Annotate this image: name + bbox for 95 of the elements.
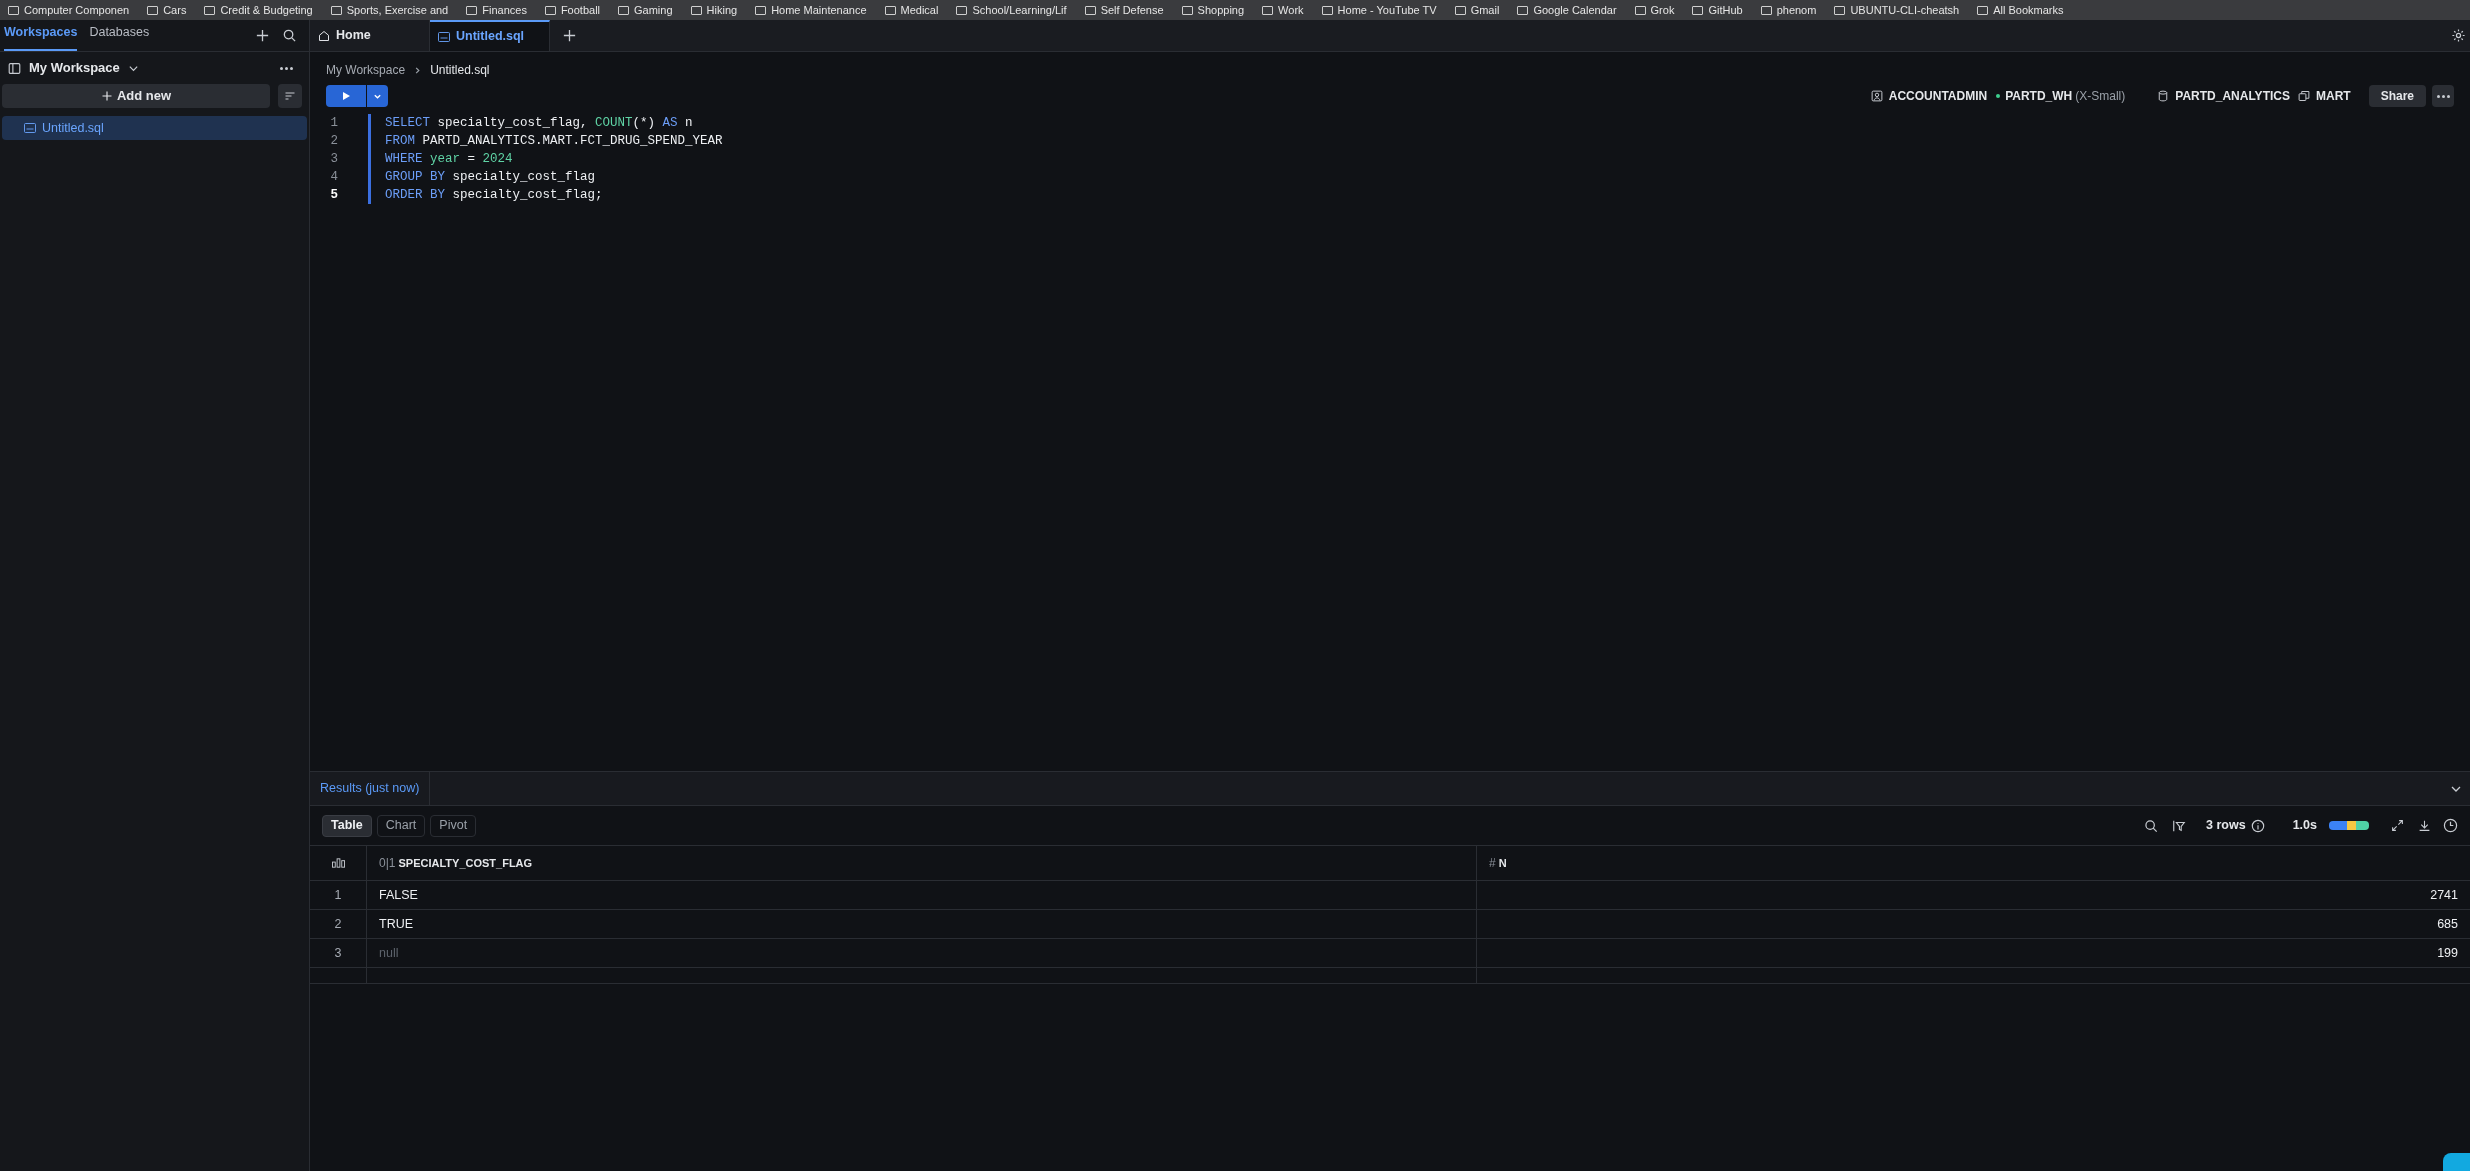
- warehouse-size: (X-Small): [2075, 88, 2126, 105]
- bookmark[interactable]: Computer Componen: [8, 1, 130, 19]
- add-new-button[interactable]: Add new: [2, 84, 270, 108]
- line-number: 4: [329, 168, 338, 186]
- type-icon: 0|1: [379, 854, 396, 872]
- line-number: 2: [329, 132, 338, 150]
- sql-file-icon: [24, 123, 36, 133]
- column-header[interactable]: # N: [1477, 846, 2470, 880]
- plus-icon: [100, 90, 113, 102]
- sidebar-tab[interactable]: Workspaces: [4, 23, 78, 51]
- column-header[interactable]: 0|1 SPECIALTY_COST_FLAG: [367, 846, 1477, 880]
- code-line: ORDER BY specialty_cost_flag;: [385, 186, 603, 204]
- table-cell-text: 685: [2436, 915, 2459, 933]
- help-button[interactable]: [2443, 1153, 2470, 1171]
- view-tab[interactable]: Chart: [376, 814, 426, 837]
- code-line: FROM PARTD_ANALYTICS.MART.FCT_DRUG_SPEND_YEAR: [385, 132, 723, 150]
- plus-icon[interactable]: [255, 28, 270, 43]
- sort-button[interactable]: [278, 84, 302, 108]
- timing-bar-drawing: [2329, 821, 2369, 830]
- bookmark[interactable]: All Bookmarks: [1977, 1, 2064, 19]
- editor-tab[interactable]: Untitled.sql: [430, 20, 550, 51]
- play-icon: [341, 91, 351, 101]
- code-line: WHERE year = 2024: [385, 150, 513, 168]
- line-number: 3: [329, 150, 338, 168]
- line-number: 1: [329, 114, 338, 132]
- view-tab[interactable]: Table: [322, 814, 372, 837]
- breadcrumb-item[interactable]: Untitled.sql: [430, 61, 490, 79]
- database-label[interactable]: PARTD_ANALYTICS: [2175, 87, 2290, 105]
- search-icon[interactable]: [282, 28, 297, 43]
- bookmark[interactable]: Gmail: [1454, 1, 1500, 19]
- info-icon[interactable]: [2250, 818, 2265, 833]
- table-cell: null: [367, 939, 1477, 967]
- panel-icon: [8, 61, 21, 75]
- bookmark[interactable]: Medical: [884, 1, 939, 19]
- table-cell-text: 2741: [2429, 886, 2459, 904]
- plus-icon[interactable]: [562, 28, 577, 43]
- column-stats-icon[interactable]: [331, 858, 345, 868]
- bookmark[interactable]: Cars: [147, 1, 187, 19]
- bookmark[interactable]: Work: [1262, 1, 1304, 19]
- chevron-icon: [413, 65, 423, 75]
- row-number: 1: [310, 881, 367, 909]
- bookmark[interactable]: Grok: [1634, 1, 1675, 19]
- bookmark[interactable]: UBUNTU-CLI-cheatsh: [1834, 1, 1960, 19]
- table-cell: FALSE: [367, 881, 1477, 909]
- code-line: GROUP BY specialty_cost_flag: [385, 168, 596, 186]
- bookmark[interactable]: Google Calendar: [1517, 1, 1617, 19]
- line-number: 5: [329, 186, 338, 204]
- bookmark[interactable]: Gaming: [618, 1, 673, 19]
- code-editor[interactable]: 1 SELECT specialty_cost_flag, COUNT(*) AS n 2 FROM PARTD_ANALYTICS.MART.FCT_DRUG_SPEND_YEAR 3 WHERE year = 2024 4 GROUP BY specialty_cost_flag 5 ORDER BY specialty_cost_flag;: [310, 114, 2470, 771]
- row-number: 2: [310, 910, 367, 938]
- file-item[interactable]: Untitled.sql: [2, 116, 307, 140]
- sql-file-icon: [438, 31, 450, 42]
- sidebar-tab[interactable]: Databases: [89, 23, 150, 51]
- home-icon: [318, 29, 330, 42]
- share-button[interactable]: Share: [2368, 85, 2426, 107]
- database-icon: [2157, 90, 2170, 102]
- bookmark[interactable]: Credit & Budgeting: [204, 1, 313, 19]
- bookmark[interactable]: Shopping: [1181, 1, 1245, 19]
- run-options-button[interactable]: [366, 85, 388, 107]
- clock-icon[interactable]: [2443, 818, 2458, 833]
- more-button[interactable]: [2432, 85, 2454, 107]
- search-icon[interactable]: [2144, 818, 2159, 833]
- bookmark[interactable]: School/Learning/Lif: [956, 1, 1067, 19]
- sort-icon: [284, 90, 296, 102]
- bookmark[interactable]: phenom: [1760, 1, 1817, 19]
- table-cell-text: 199: [2436, 944, 2459, 962]
- download-icon[interactable]: [2418, 819, 2431, 832]
- bookmark[interactable]: Self Defense: [1084, 1, 1164, 19]
- schema-label[interactable]: MART: [2315, 87, 2351, 105]
- bookmark[interactable]: Hiking: [690, 1, 738, 19]
- role-label[interactable]: ACCOUNTADMIN: [1888, 87, 1988, 105]
- row-number: 3: [310, 939, 367, 967]
- bookmark[interactable]: Home Maintenance: [755, 1, 867, 19]
- user-icon: [1870, 90, 1883, 102]
- run-button[interactable]: [326, 85, 366, 107]
- breadcrumb-item[interactable]: My Workspace: [326, 61, 406, 79]
- settings-icon[interactable]: [2451, 28, 2466, 43]
- table-cell: TRUE: [367, 910, 1477, 938]
- code-line: SELECT specialty_cost_flag, COUNT(*) AS n: [385, 114, 693, 132]
- type-icon: #: [1489, 854, 1496, 872]
- bookmark[interactable]: GitHub: [1692, 1, 1743, 19]
- row-count: 3 rows: [2206, 817, 2246, 835]
- more-icon[interactable]: [280, 66, 293, 70]
- warehouse-label[interactable]: PARTD_WH: [2005, 87, 2073, 105]
- results-tab[interactable]: Results (just now): [310, 772, 431, 805]
- schema-icon: [2297, 90, 2310, 102]
- bookmark[interactable]: Sports, Exercise and: [330, 1, 449, 19]
- view-tab[interactable]: Pivot: [430, 814, 477, 837]
- bookmark[interactable]: Home - YouTube TV: [1321, 1, 1437, 19]
- query-duration: 1.0s: [2292, 817, 2317, 835]
- bookmark[interactable]: Football: [544, 1, 601, 19]
- workspace-dropdown[interactable]: My Workspace: [29, 58, 139, 78]
- bookmark[interactable]: Finances: [466, 1, 527, 19]
- expand-icon[interactable]: [2391, 819, 2404, 832]
- filter-icon[interactable]: [2172, 818, 2187, 833]
